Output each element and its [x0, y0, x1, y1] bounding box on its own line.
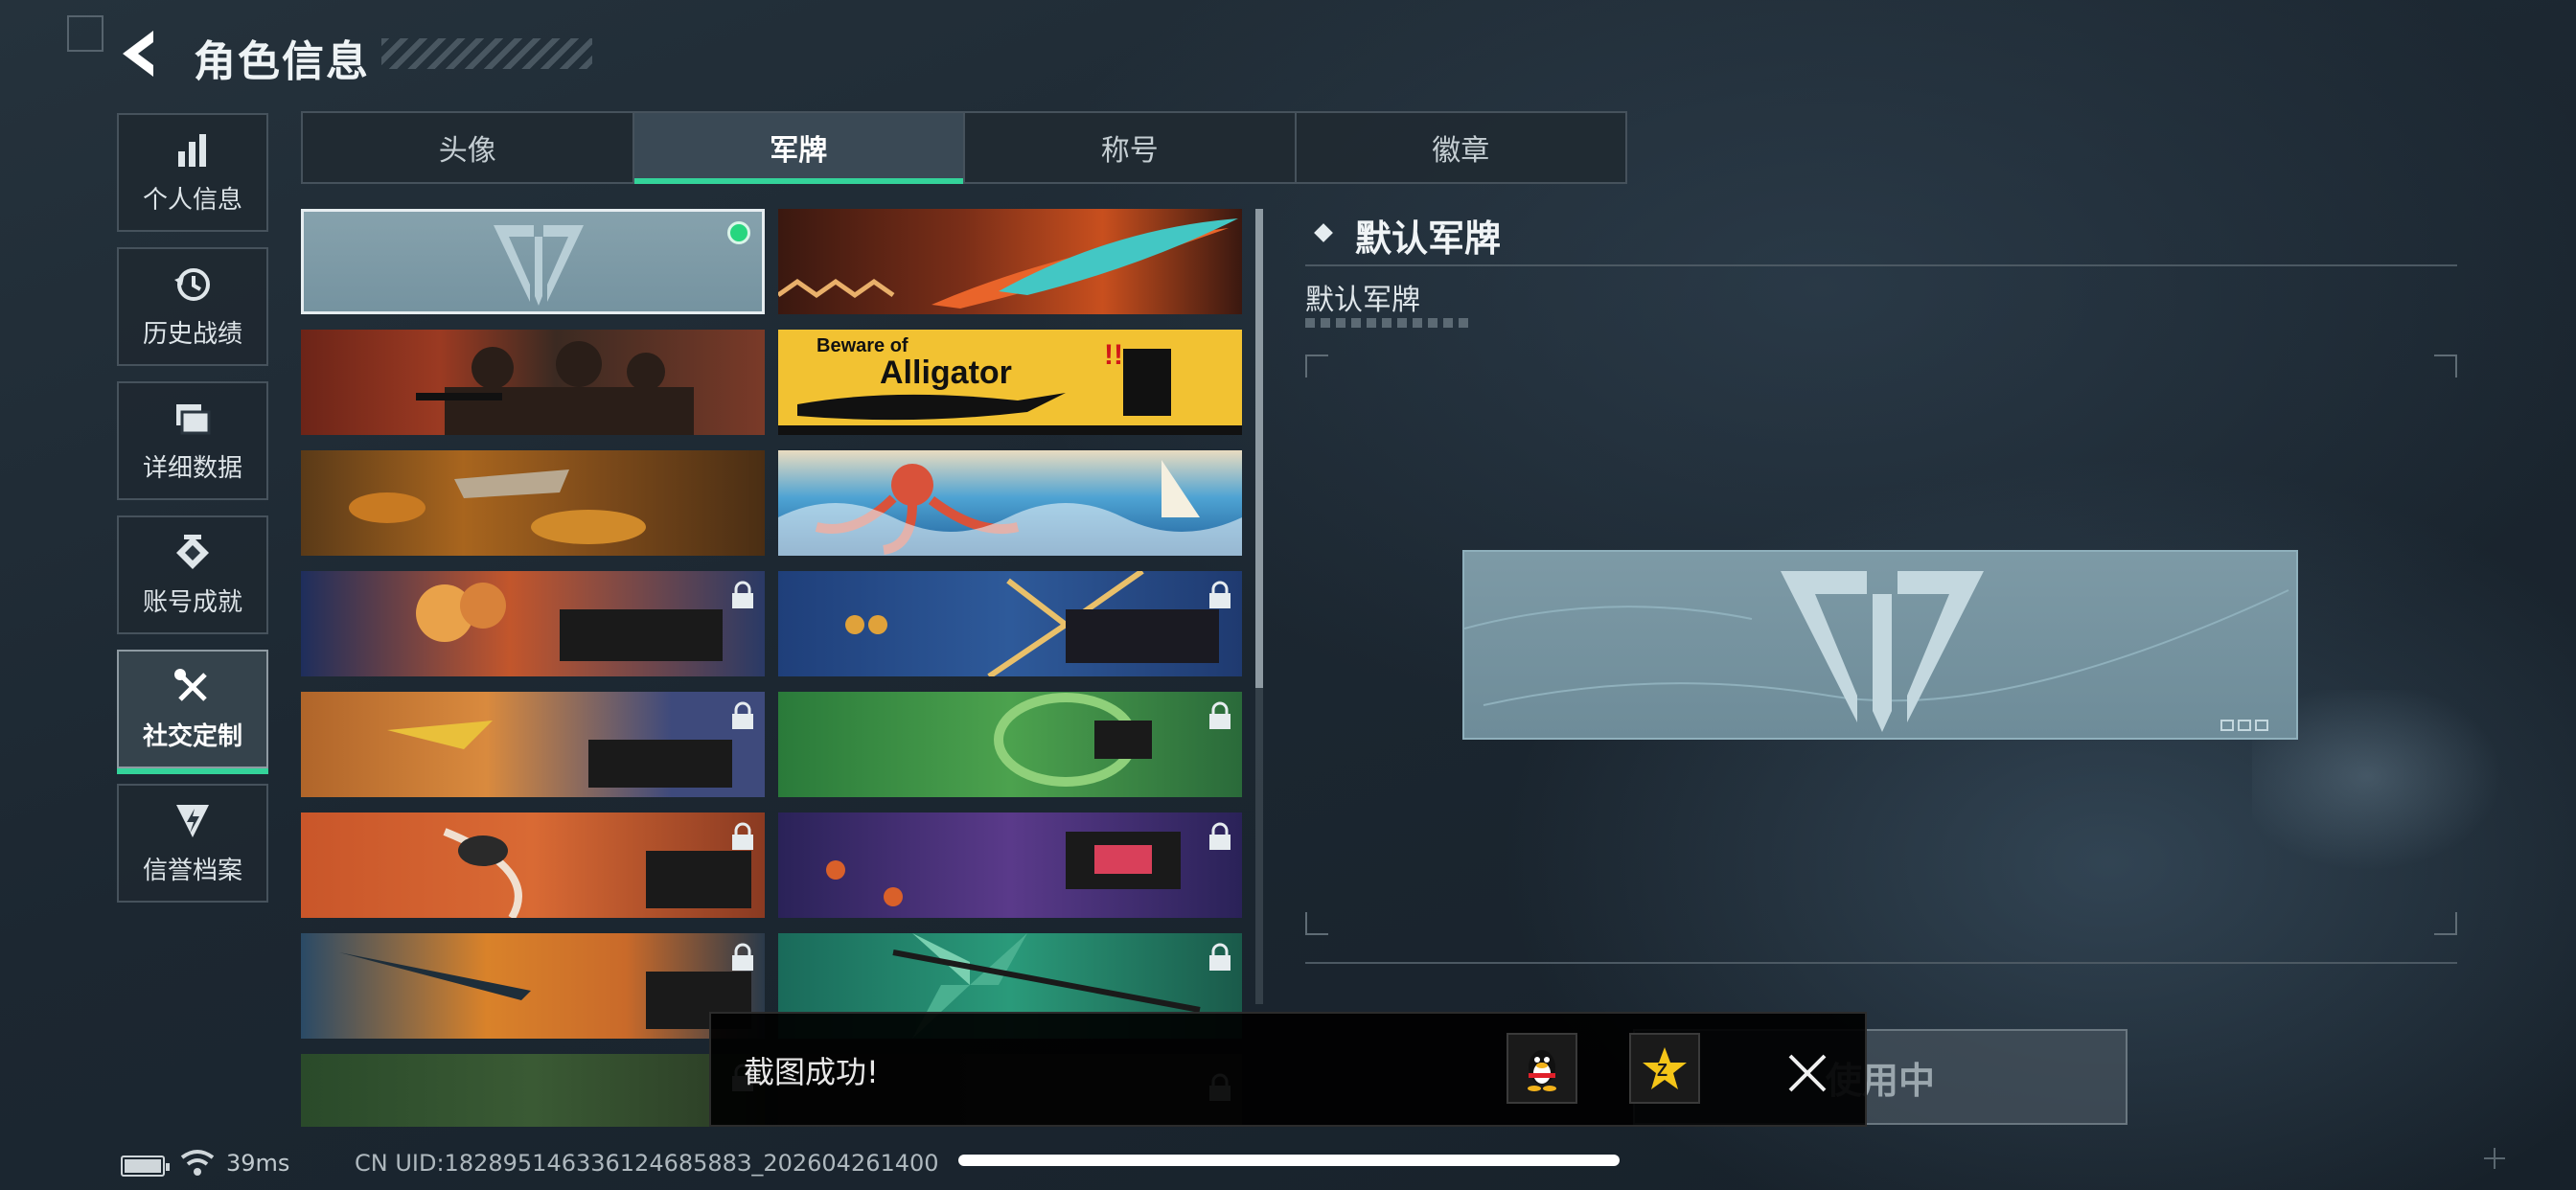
plate-green-camo[interactable]	[301, 1054, 765, 1127]
share-qzone-button[interactable]: Z	[1629, 1033, 1700, 1104]
sidebar-item-label: 个人信息	[142, 185, 242, 215]
frame-corner	[2434, 912, 2457, 935]
back-arrow-icon[interactable]	[117, 27, 167, 80]
wifi-icon	[180, 1150, 215, 1176]
detail-plate-name: 默认军牌	[1305, 284, 1420, 317]
bar-chart-icon	[178, 133, 206, 167]
frame-corner	[2434, 355, 2457, 378]
share-qq-button[interactable]	[1506, 1033, 1577, 1104]
history-clock-icon	[174, 267, 210, 301]
page-title: 角色信息	[194, 37, 370, 86]
sidebar-item-history[interactable]: 历史战绩	[117, 247, 268, 366]
corner-box	[67, 15, 104, 52]
plate-green-vortex[interactable]	[778, 692, 1242, 797]
explosion-art	[416, 583, 723, 661]
toast-message: 截图成功!	[744, 1054, 879, 1090]
octopus-art	[778, 460, 1242, 556]
ping-value: 39ms	[226, 1150, 290, 1177]
plate-orange-knife[interactable]	[301, 933, 765, 1039]
qzone-star-icon: Z	[1643, 1047, 1687, 1089]
battery-icon	[121, 1156, 170, 1177]
default-logo-icon	[494, 225, 584, 306]
vortex-art	[994, 693, 1152, 787]
svg-text:!!: !!	[1104, 339, 1123, 371]
plate-blue-blast[interactable]	[778, 571, 1242, 676]
plate-beware-alligator[interactable]: Beware of Alligator !!	[778, 330, 1242, 435]
lock-icon	[1209, 822, 1230, 850]
plate-list-scrollbar-thumb[interactable]	[1255, 209, 1263, 688]
tab-title[interactable]: 称号	[965, 113, 1297, 182]
lock-icon	[732, 581, 753, 608]
sidebar-item-social-custom[interactable]: 社交定制	[117, 650, 268, 774]
swirl-art	[443, 828, 751, 918]
category-tabs: 头像 军牌 称号 徽章	[301, 111, 1627, 184]
sidebar-item-label: 信誉档案	[142, 856, 242, 885]
plus-icon	[2484, 1148, 2505, 1169]
pawprint-art	[826, 832, 1181, 906]
sidebar-item-label: 历史战绩	[142, 319, 242, 349]
sidebar-item-label: 详细数据	[142, 453, 242, 483]
lock-icon	[1209, 701, 1230, 729]
credit-shield-icon	[176, 804, 209, 837]
sidebar-item-label: 社交定制	[142, 721, 242, 751]
alligator-art: !!	[778, 339, 1242, 435]
tab-avatar[interactable]: 头像	[303, 113, 634, 182]
divider	[1305, 962, 2457, 964]
knife-art	[339, 952, 751, 1029]
sidebar-item-detailed-data[interactable]: 详细数据	[117, 381, 268, 500]
divider	[1305, 264, 2457, 266]
preview-plate	[1462, 550, 2298, 740]
home-indicator[interactable]	[958, 1155, 1620, 1166]
plate-orange-swirl[interactable]	[301, 812, 765, 918]
frame-corner	[1305, 912, 1328, 935]
lock-icon	[732, 701, 753, 729]
plate-octopus-wave[interactable]	[778, 450, 1242, 556]
sidebar-item-label: 账号成就	[142, 587, 242, 617]
sidebar-item-credit-record[interactable]: 信誉档案	[117, 784, 268, 903]
plate-soldiers-squad[interactable]	[301, 330, 765, 435]
user-uid: CN UID:18289514633612468588З_20260426140…	[355, 1150, 939, 1177]
lock-icon	[732, 822, 753, 850]
sidebar-item-personal-info[interactable]: 个人信息	[117, 113, 268, 232]
tab-badge[interactable]: 徽章	[1297, 113, 1626, 182]
ship-art	[387, 721, 732, 788]
leaves-art	[349, 469, 646, 544]
detail-subtext-decoration	[1305, 318, 1474, 328]
qq-penguin-icon	[1528, 1050, 1556, 1091]
plate-autumn-leaves[interactable]	[301, 450, 765, 556]
achievement-medal-icon	[176, 534, 209, 569]
tab-dog-tag[interactable]: 军牌	[633, 113, 965, 184]
lock-icon	[1209, 581, 1230, 608]
plate-default[interactable]	[301, 209, 765, 314]
plate-explosion-blaster[interactable]	[301, 571, 765, 676]
selected-indicator	[727, 221, 750, 244]
default-logo-large-icon	[1464, 571, 2289, 732]
feather-art	[778, 218, 1238, 309]
sidebar-item-achievements[interactable]: 账号成就	[117, 515, 268, 634]
plate-orange-ship[interactable]	[301, 692, 765, 797]
blue-blast-art	[845, 571, 1219, 676]
frame-corner	[1305, 355, 1328, 378]
plate-tribal-feather[interactable]	[778, 209, 1242, 314]
folder-icon	[176, 403, 211, 434]
wrench-screwdriver-icon	[174, 668, 207, 701]
lock-icon	[1209, 943, 1230, 971]
svg-text:Z: Z	[1657, 1061, 1668, 1080]
close-icon[interactable]	[1779, 1044, 1836, 1102]
soldiers-art	[416, 341, 694, 435]
lock-icon	[732, 943, 753, 971]
detail-heading: 默认军牌	[1355, 217, 1502, 260]
plate-purple-pawprint[interactable]	[778, 812, 1242, 918]
title-decoration	[381, 38, 592, 69]
